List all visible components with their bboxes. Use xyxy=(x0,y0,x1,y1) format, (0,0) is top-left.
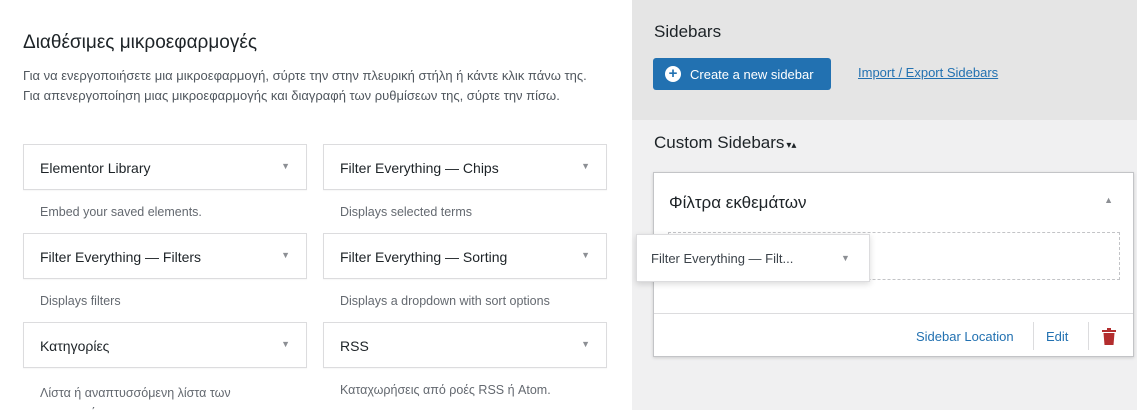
widget-filter-chips[interactable]: Filter Everything — Chips ▼ xyxy=(323,144,607,190)
create-sidebar-button[interactable]: + Create a new sidebar xyxy=(653,58,831,90)
widget-title: Elementor Library xyxy=(40,160,151,176)
caret-down-icon[interactable]: ▼ xyxy=(841,253,850,263)
widget-title: Κατηγορίες xyxy=(40,338,110,354)
widget-description: Embed your saved elements. xyxy=(40,205,202,219)
widget-description: Λίστα ή αναπτυσσόμενη λίστα των κατηγορι… xyxy=(40,386,231,410)
available-widgets-description: Για να ενεργοποιήσετε μια μικροεφαρμογή,… xyxy=(23,68,587,103)
custom-sidebars-title: Custom Sidebars ▾▴ xyxy=(654,133,796,153)
sidebars-panel: Sidebars + Create a new sidebar Import /… xyxy=(632,0,1137,410)
available-widgets-title: Διαθέσιμες μικροεφαρμογές xyxy=(23,32,258,53)
custom-sidebar-name: Φίλτρα εκθεμάτων xyxy=(669,193,807,212)
widget-categories[interactable]: Κατηγορίες ▼ xyxy=(23,322,307,368)
custom-sidebar-footer: Sidebar Location Edit xyxy=(654,313,1133,357)
widget-title: Filter Everything — Sorting xyxy=(340,249,508,265)
create-sidebar-label: Create a new sidebar xyxy=(690,67,814,82)
caret-down-icon[interactable]: ▼ xyxy=(281,250,290,260)
caret-down-icon[interactable]: ▼ xyxy=(581,339,590,349)
widget-filter-filters[interactable]: Filter Everything — Filters ▼ xyxy=(23,233,307,279)
widget-description: Displays filters xyxy=(40,294,121,308)
edit-sidebar-link[interactable]: Edit xyxy=(1046,329,1068,344)
widget-title: RSS xyxy=(340,338,369,354)
divider xyxy=(1088,322,1089,350)
widget-filter-sorting[interactable]: Filter Everything — Sorting ▼ xyxy=(323,233,607,279)
plus-circle-icon: + xyxy=(665,66,681,82)
collapse-toggle-icon[interactable]: ▲ xyxy=(1104,195,1113,205)
sidebar-location-link[interactable]: Sidebar Location xyxy=(916,329,1014,344)
widget-description: Displays selected terms xyxy=(340,205,472,219)
caret-down-icon[interactable]: ▼ xyxy=(281,339,290,349)
caret-down-icon[interactable]: ▼ xyxy=(581,250,590,260)
import-export-link[interactable]: Import / Export Sidebars xyxy=(858,65,998,80)
widget-elementor-library[interactable]: Elementor Library ▼ xyxy=(23,144,307,190)
widget-title: Filter Everything — Chips xyxy=(340,160,499,176)
dragging-widget[interactable]: Filter Everything — Filt... ▼ xyxy=(636,234,870,282)
widget-description: Καταχωρήσεις από ροές RSS ή Atom. xyxy=(340,383,551,397)
widget-description: Displays a dropdown with sort options xyxy=(340,294,550,308)
available-widgets-panel: Διαθέσιμες μικροεφαρμογές Για να ενεργοπ… xyxy=(0,0,632,410)
widget-title: Filter Everything — Filters xyxy=(40,249,202,265)
divider xyxy=(1033,322,1034,350)
caret-down-icon[interactable]: ▼ xyxy=(581,161,590,171)
trash-icon[interactable] xyxy=(1102,328,1116,345)
dragging-widget-title: Filter Everything — Filt... xyxy=(651,251,794,266)
widget-rss[interactable]: RSS ▼ xyxy=(323,322,607,368)
caret-down-icon[interactable]: ▼ xyxy=(281,161,290,171)
sort-toggle-icon[interactable]: ▾▴ xyxy=(786,140,796,151)
sidebars-title: Sidebars xyxy=(654,22,722,41)
custom-sidebars-label: Custom Sidebars xyxy=(654,133,785,152)
